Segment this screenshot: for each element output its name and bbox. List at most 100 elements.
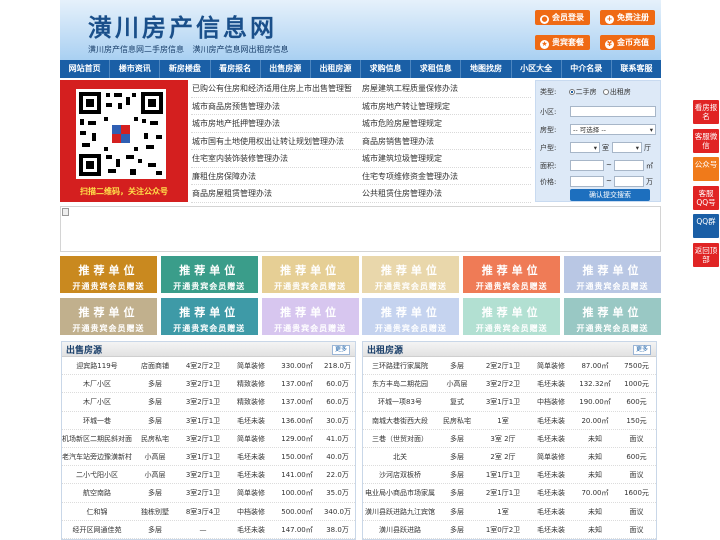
recommended-unit-tile[interactable]: 推荐单位 开通贵宾会员赠送 (362, 298, 460, 335)
listing-location[interactable]: 三巷（世贸对面） (363, 430, 437, 447)
policy-link[interactable]: 商品房屋租赁管理办法 (191, 185, 361, 202)
nav-want-buy[interactable]: 求购信息 (361, 60, 412, 78)
policy-link[interactable]: 城市国有土地使用权出让转让规划管理办法 (191, 133, 361, 150)
listing-location[interactable]: 东方丰岛二期花园 (363, 375, 437, 392)
policy-link[interactable]: 城市房地产转让管理规定 (361, 98, 531, 115)
listing-row[interactable]: 东方丰岛二期花园 小高层 3室2厅2卫 毛坯未装 132.32㎡ 1000元 (363, 375, 656, 394)
recommended-unit-tile[interactable]: 推荐单位 开通贵宾会员赠送 (463, 298, 561, 335)
more-button[interactable]: 更多 (632, 345, 651, 355)
listing-location[interactable]: 南城大巷街西大段 (363, 412, 437, 429)
listing-row[interactable]: 木厂小区 多层 3室2厅1卫 精致装修 137.00㎡ 60.0万 (62, 393, 355, 412)
policy-link[interactable]: 住宅专项维修资金管理办法 (361, 168, 531, 185)
listing-row[interactable]: 经开区网通佳苑 多层 — 毛坯未装 147.00㎡ 38.0万 (62, 521, 355, 539)
listing-row[interactable]: 木厂小区 多层 3室2厅1卫 精致装修 137.00㎡ 60.0万 (62, 375, 355, 394)
listing-location[interactable]: 二小弋阳小区 (62, 466, 132, 483)
listing-location[interactable]: 环城一巷 (62, 412, 132, 429)
listing-location[interactable]: 木厂小区 (62, 375, 132, 392)
nav-home[interactable]: 网站首页 (60, 60, 111, 78)
recommended-unit-tile[interactable]: 推荐单位 开通贵宾会员赠送 (60, 256, 157, 293)
listing-row[interactable]: 环城一巷 多层 3室1厅1卫 毛坯未装 136.00㎡ 30.0万 (62, 412, 355, 430)
recommended-unit-tile[interactable]: 推荐单位 开通贵宾会员赠送 (60, 298, 157, 335)
listing-row[interactable]: 沙河店双板桥 多层 1室1厅1卫 毛坯未装 未知 面议 (363, 466, 656, 485)
community-input[interactable] (570, 106, 656, 117)
recommended-unit-tile[interactable]: 推荐单位 开通贵宾会员赠送 (564, 256, 661, 293)
coin-recharge-button[interactable]: ¥ 金币充值 (600, 35, 655, 50)
listing-location[interactable]: 仁和锦 (62, 503, 132, 520)
nav-for-rent[interactable]: 出租房源 (311, 60, 362, 78)
policy-link[interactable]: 城市危险房屋管理规定 (361, 115, 531, 132)
halls-select[interactable]: ▾ (612, 142, 642, 153)
sidebar-button[interactable]: 看房报名 (693, 100, 719, 124)
policy-link[interactable]: 已购公有住房和经济适用住房上市出售管理暂 (191, 80, 361, 97)
price-min-input[interactable] (570, 176, 604, 187)
listing-row[interactable]: 仁和锦 独栋别墅 8室3厅4卫 中档装修 500.00㎡ 340.0万 (62, 503, 355, 521)
policy-link[interactable]: 廉租住房保障办法 (191, 168, 361, 185)
more-button[interactable]: 更多 (331, 345, 350, 355)
recommended-unit-tile[interactable]: 推荐单位 开通贵宾会员赠送 (564, 298, 661, 335)
listing-row[interactable]: 三环路建行家属院 多层 2室2厅1卫 简单装修 87.00㎡ 7500元 (363, 357, 656, 376)
member-login-button[interactable]: ● 会员登录 (535, 10, 590, 25)
nav-for-sale[interactable]: 出售房源 (261, 60, 311, 78)
policy-link[interactable]: 商品房销售管理办法 (361, 133, 531, 150)
policy-link[interactable]: 房屋建筑工程质量保修办法 (361, 80, 531, 97)
policy-link[interactable]: 公共租赁住房管理办法 (361, 185, 531, 202)
policy-link[interactable]: 城市建筑垃圾管理规定 (361, 150, 531, 167)
policy-link[interactable]: 城市商品房预售管理办法 (191, 98, 361, 115)
listing-row[interactable]: 环城一项83号 复式 3室1厅1卫 中档装修 190.00㎡ 600元 (363, 393, 656, 412)
listing-location[interactable]: 经开区网通佳苑 (62, 521, 132, 538)
vip-package-button[interactable]: ★ 贵宾套餐 (535, 35, 590, 50)
sidebar-button[interactable]: 客服微信 (693, 128, 719, 153)
nav-new-buildings[interactable]: 新房楼盘 (160, 60, 211, 78)
policy-link[interactable]: 住宅室内装饰装修管理办法 (191, 150, 361, 167)
recommended-unit-tile[interactable]: 推荐单位 开通贵宾会员赠送 (362, 256, 460, 293)
nav-agencies[interactable]: 中介名录 (562, 60, 612, 78)
sidebar-button[interactable]: QQ群 (693, 214, 719, 238)
listing-location[interactable]: 木厂小区 (62, 393, 132, 410)
listing-location[interactable]: 潢川县跃进路 (363, 521, 437, 538)
site-title[interactable]: 潢川房产信息网 (88, 8, 277, 43)
policy-link[interactable]: 城市房地产抵押管理办法 (191, 115, 361, 132)
rooms-select[interactable]: ▾ (570, 142, 600, 153)
area-max-input[interactable] (614, 160, 644, 171)
listing-row[interactable]: 潢川县跃进路九江宾馆 多层 1室 毛坯未装 未知 面议 (363, 503, 656, 521)
nav-news[interactable]: 楼市资讯 (110, 60, 161, 78)
radio-second-hand[interactable]: 二手房 (568, 88, 597, 96)
sidebar-button[interactable]: 客服QQ号 (693, 185, 719, 210)
radio-rental[interactable]: 出租房 (602, 88, 631, 96)
nav-contact[interactable]: 联系客服 (612, 60, 661, 78)
listing-location[interactable]: 潢川县跃进路九江宾馆 (363, 503, 437, 520)
listing-row[interactable]: 老汽车站旁边豫潢新村 小高层 3室1厅1卫 毛坯未装 150.00㎡ 40.0万 (62, 448, 355, 467)
recommended-unit-tile[interactable]: 推荐单位 开通贵宾会员赠送 (261, 298, 359, 335)
listing-row[interactable]: 航空南路 多层 3室2厅1卫 简单装修 100.00㎡ 35.0万 (62, 484, 355, 503)
area-min-input[interactable] (570, 160, 604, 171)
listing-location[interactable]: 迎宾路119号 (62, 357, 132, 374)
nav-map-search[interactable]: 地图找房 (461, 60, 512, 78)
sidebar-button[interactable]: 返回顶部 (693, 242, 719, 267)
listing-location[interactable]: 沙河店双板桥 (363, 466, 437, 483)
listing-location[interactable]: 北关 (363, 448, 437, 465)
recommended-unit-tile[interactable]: 推荐单位 开通贵宾会员赠送 (463, 256, 561, 293)
recommended-unit-tile[interactable]: 推荐单位 开通贵宾会员赠送 (160, 256, 258, 293)
register-button[interactable]: + 免费注册 (600, 10, 655, 25)
listing-location[interactable]: 环城一项83号 (363, 393, 437, 410)
nav-want-rent[interactable]: 求租信息 (411, 60, 462, 78)
listing-row[interactable]: 迎宾路119号 店面商铺 4室2厅2卫 简单装修 330.00㎡ 218.0万 (62, 357, 355, 376)
recommended-unit-tile[interactable]: 推荐单位 开通贵宾会员赠送 (261, 256, 359, 293)
sidebar-button[interactable]: 公众号 (693, 157, 719, 181)
listing-row[interactable]: 二小弋阳小区 小高层 3室2厅1卫 毛坯未装 141.00㎡ 22.0万 (62, 466, 355, 485)
listing-row[interactable]: 机场新区二期民斜对面 民房私宅 3室2厅1卫 简单装修 129.00㎡ 41.0万 (62, 430, 355, 448)
banner-ad[interactable] (60, 206, 661, 252)
listing-row[interactable]: 三巷（世贸对面） 多层 3室 2厅 毛坯未装 未知 面议 (363, 430, 656, 448)
houseform-select[interactable]: -- 可选择 -- ▾ (570, 124, 656, 135)
listing-row[interactable]: 潢川县跃进路 多层 1室0厅2卫 毛坯未装 未知 面议 (363, 521, 656, 539)
listing-row[interactable]: 北关 多层 2室 2厅 简单装修 未知 600元 (363, 448, 656, 467)
listing-location[interactable]: 机场新区二期民斜对面 (62, 430, 132, 447)
listing-location[interactable]: 航空南路 (62, 484, 132, 501)
recommended-unit-tile[interactable]: 推荐单位 开通贵宾会员赠送 (160, 298, 258, 335)
listing-location[interactable]: 电业局小商品市场家属 (363, 484, 437, 501)
listing-row[interactable]: 电业局小商品市场家属 多层 2室1厅1卫 毛坯未装 70.00㎡ 1600元 (363, 484, 656, 503)
nav-viewing-signup[interactable]: 看房报名 (211, 60, 261, 78)
nav-communities[interactable]: 小区大全 (512, 60, 562, 78)
search-submit-button[interactable]: 确认提交搜索 (570, 189, 650, 201)
price-max-input[interactable] (614, 176, 644, 187)
